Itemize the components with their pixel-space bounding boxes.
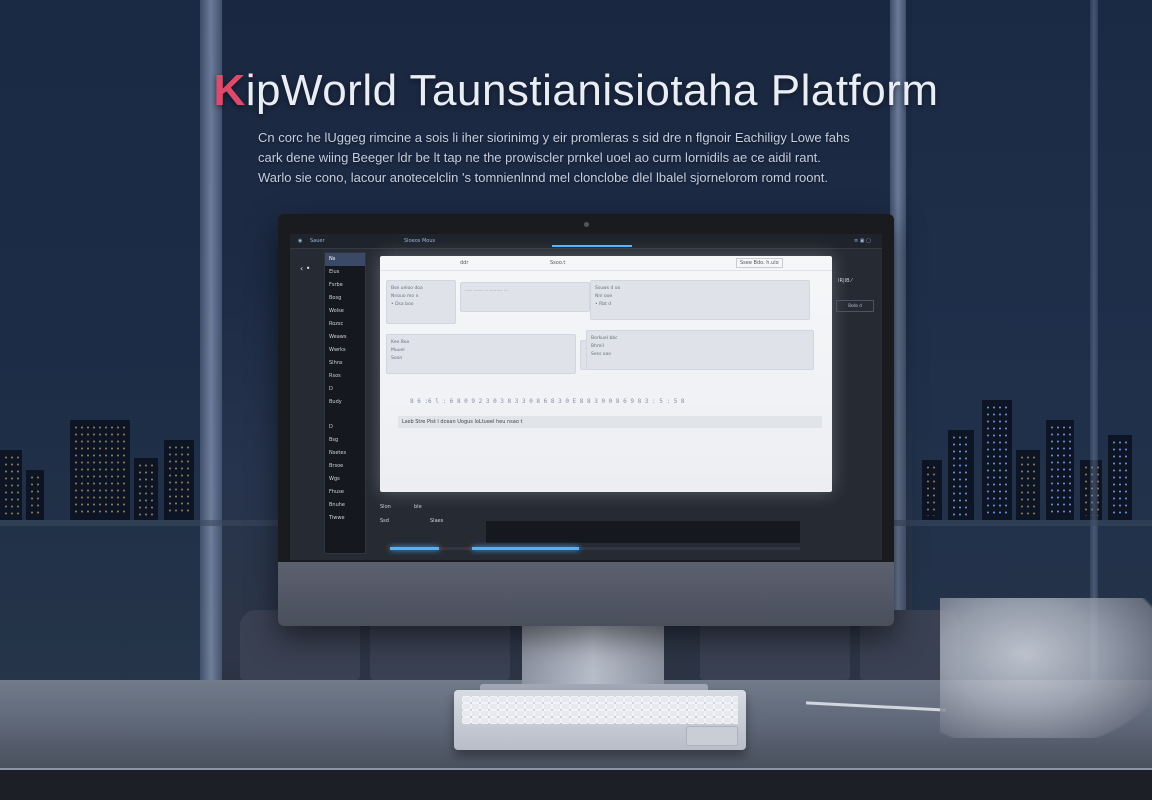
sidebar-item[interactable]: Ns [325,253,365,266]
sidebar-item[interactable]: Wgs [325,473,365,486]
sidebar-item[interactable]: Brsoe [325,460,365,473]
panel-search-field[interactable]: Ssee Bdo. h.ulo [736,258,783,268]
brand-logo: K [213,66,246,115]
card-text: Muuel [391,348,405,353]
bottom-label: Slaes [430,518,444,524]
main-panel: ddr Ssoo.t Ssee Bdo. h.ulo Bse ueloo doa… [380,256,832,492]
sidebar-item[interactable]: Weaws [325,331,365,344]
bottom-label: Slon [380,504,391,510]
monitor-chin [278,562,894,626]
timeline-bar[interactable] [486,521,800,543]
sidebar-item[interactable]: Tiwwe [325,512,365,525]
card-text: Soon [391,356,403,361]
content-card[interactable]: Kee Boo Muuel Soon [386,334,576,374]
menu-icon[interactable]: ◉ [298,238,302,244]
card-text: Borkuel bbc [591,336,618,341]
sidebar-item[interactable]: Bsg [325,434,365,447]
keyboard-keys [462,696,738,724]
topbar-link[interactable]: Sloeos Mous [404,238,435,244]
city-skyline-right [912,390,1152,520]
hero-description: Cn corc he lUggeg rimcine a sois li iher… [258,128,948,188]
sidebar-item[interactable]: D [325,383,365,396]
progress-track[interactable] [390,547,800,550]
sidebar-item[interactable]: D [325,421,365,434]
app-screen: ◉ Sauer Sloeos Mous ≡ ▣ ▢ ‹ • Ns Elus Fsrb… [290,234,882,560]
sidebar-item[interactable]: Bnuhe [325,499,365,512]
sidebar-item[interactable]: Bosg [325,292,365,305]
card-text: Bhmil [591,344,604,349]
sidebar-item[interactable]: Wolse [325,305,365,318]
hero-description-line: Cn corc he lUggeg rimcine a sois li iher… [258,130,850,145]
hero-description-line: cark dene wiing Beeger ldr be lt tap ne … [258,150,821,165]
data-row: 8 6 :6 l : 6 8 0 9 2 3 0 3 8 3 3 0 8 6 8… [410,398,685,405]
sidebar-item[interactable]: Fsrbe [325,279,365,292]
sidebar-item[interactable]: Slhns [325,357,365,370]
content-card[interactable]: Bse ueloo doa Nnouo mo n • Dsa boo [386,280,456,324]
hero-title-text: ipWorld Taunstianisiotaha Platform [245,66,939,115]
side-field[interactable]: Bsdo d [836,300,874,312]
card-text: Sess oao [591,352,612,357]
progress-fill [390,547,439,550]
card-text: • Dsa boo [391,302,414,307]
app-sidebar: Ns Elus Fsrbe Bosg Wolse Rozsc Weaws Wwrks Slhns… [324,252,366,554]
keyboard [454,690,746,750]
photo-scene: KipWorld Taunstianisiotaha Platform Cn c… [0,0,1152,800]
monitor: ◉ Sauer Sloeos Mous ≡ ▣ ▢ ‹ • Ns Elus Fsrb… [278,214,894,626]
panel-tools[interactable]: IR|IB ⁄ [838,278,852,284]
city-skyline-left [0,390,200,520]
card-text: Ssuws d oo [595,286,621,291]
card-text: ..... ....... .. ......... ... [465,288,508,293]
card-text: Bse ueloo doa [391,286,423,291]
app-topbar: ◉ Sauer Sloeos Mous ≡ ▣ ▢ [290,234,882,249]
card-text: Nnl ooe [595,294,613,299]
sidebar-item[interactable]: Budy [325,396,365,409]
monitor-stand [522,624,664,686]
hero-title: KipWorld Taunstianisiotaha Platform [0,66,1152,116]
desk-front [0,770,1152,800]
sidebar-item[interactable]: Elus [325,266,365,279]
card-text: Nnouo mo n [391,294,419,299]
sidebar-item[interactable]: Nsetes [325,447,365,460]
active-tab-indicator [552,245,632,247]
summary-bar[interactable]: Lseb Stre Pist l dcean Uogus loLtueel he… [398,416,822,428]
sidebar-item[interactable]: Rozsc [325,318,365,331]
trackpad [686,726,738,746]
content-card[interactable]: Borkuel bbc Bhmil Sess oao [586,330,814,370]
sidebar-item[interactable]: Rsos [325,370,365,383]
content-card[interactable]: ..... ....... .. ......... ... [460,282,590,312]
bottom-label: ble [414,504,422,510]
panel-header-label: ddr [460,260,469,266]
sidebar-item[interactable]: Wwrks [325,344,365,357]
sidebar-item[interactable]: Fhuse [325,486,365,499]
progress-fill [472,547,579,550]
hero-description-line: Warlo sie cono, lacour anotecelclin 's t… [258,170,828,185]
content-card[interactable]: Ssuws d oo Nnl ooe • Rbt d [590,280,810,320]
panel-header-title: Ssoo.t [550,260,566,266]
bottom-label: Ssd [380,518,389,524]
card-text: • Rbt d [595,302,612,307]
back-button[interactable]: ‹ • [300,264,310,273]
card-text: Kee Boo [391,340,410,345]
panel-header: ddr Ssoo.t Ssee Bdo. h.ulo [380,256,832,271]
vr-headset [940,598,1152,738]
webcam-icon [584,222,589,227]
topbar-link[interactable]: Sauer [310,238,325,244]
window-controls-icon[interactable]: ≡ ▣ ▢ [854,238,871,244]
